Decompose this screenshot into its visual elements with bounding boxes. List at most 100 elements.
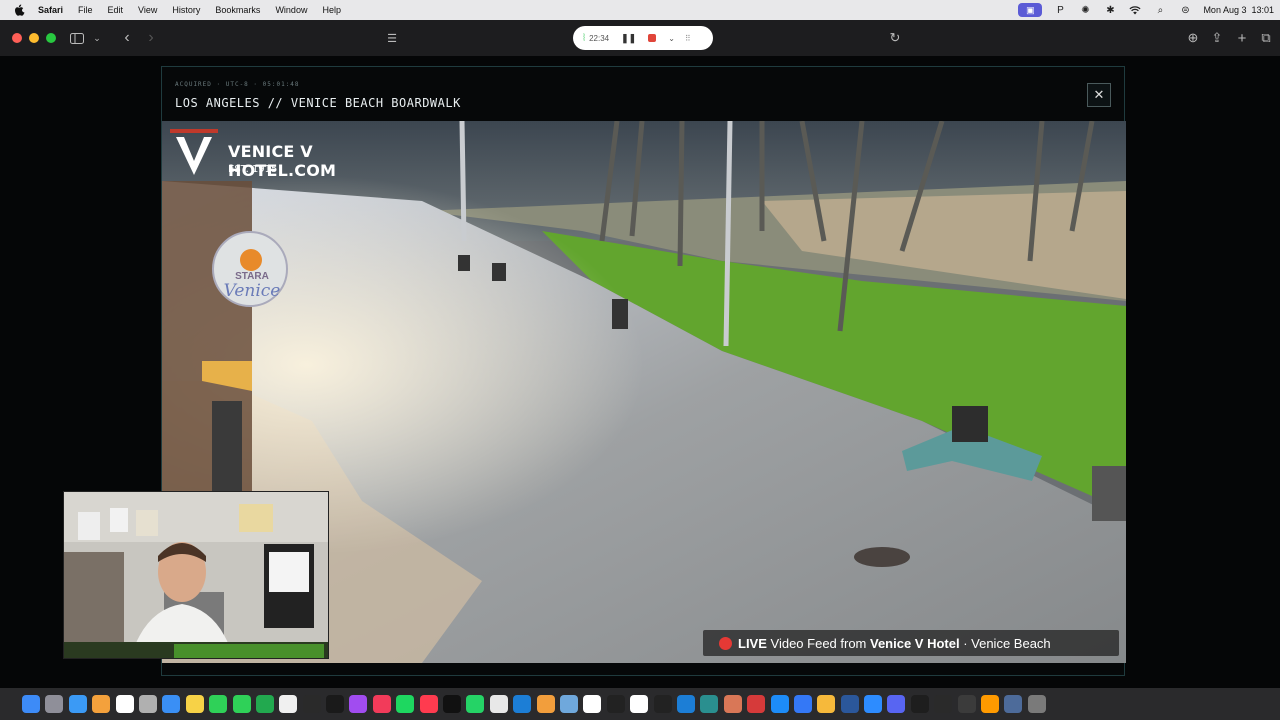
sketch-icon[interactable] — [817, 695, 836, 713]
apple-tv-icon[interactable] — [326, 695, 345, 713]
launchpad-icon[interactable] — [45, 695, 64, 713]
parking-icon[interactable]: P — [1053, 4, 1067, 16]
news-icon[interactable] — [419, 695, 438, 713]
bluetooth-icon[interactable]: ✱ — [1103, 4, 1117, 16]
word-icon[interactable] — [840, 695, 859, 713]
presenter-video — [64, 492, 328, 658]
wifi-icon[interactable] — [1128, 4, 1142, 16]
minimize-window-button[interactable] — [29, 33, 39, 43]
share-icon[interactable]: ⇪ — [1208, 29, 1226, 47]
xcode-icon[interactable] — [676, 695, 695, 713]
control-center-icon[interactable]: ⊜ — [1178, 4, 1192, 16]
screen-recording-pill[interactable]: ⦚ 22:34 ❚❚ ⌄ ⠿ — [573, 26, 713, 50]
illustrator-icon[interactable] — [981, 695, 1000, 713]
trash-icon[interactable] — [1027, 695, 1046, 713]
notes-icon[interactable] — [185, 695, 204, 713]
live-text-prefix: Video Feed from — [766, 635, 870, 651]
reload-icon[interactable]: ↻ — [886, 29, 904, 47]
zoom-icon[interactable] — [864, 695, 883, 713]
recording-timer: 22:34 — [589, 33, 610, 43]
messages-icon[interactable] — [209, 695, 228, 713]
reminders-icon[interactable] — [279, 695, 298, 713]
perplexity-icon[interactable] — [700, 695, 719, 713]
acquired-timestamp: ACQUIRED · UTC-8 · 05:01:48 — [175, 81, 300, 88]
tiktok-icon[interactable] — [443, 695, 462, 713]
downloads-icon[interactable] — [1004, 695, 1023, 713]
stop-recording-icon[interactable] — [648, 34, 657, 42]
vscode-icon[interactable] — [513, 695, 532, 713]
mail-icon[interactable] — [162, 695, 181, 713]
pages-icon[interactable] — [536, 695, 555, 713]
photos-icon[interactable] — [92, 695, 111, 713]
drag-handle-icon[interactable]: ⠿ — [685, 34, 691, 43]
close-modal-button[interactable]: ✕ — [1087, 83, 1111, 107]
menu-file[interactable]: File — [78, 5, 93, 15]
menu-view[interactable]: View — [138, 5, 157, 15]
web-page: ACQUIRED · UTC-8 · 05:01:48 LOS ANGELES … — [0, 56, 1280, 688]
menu-bookmarks[interactable]: Bookmarks — [215, 5, 260, 15]
preview-icon[interactable] — [559, 695, 578, 713]
app-store-icon[interactable] — [770, 695, 789, 713]
whatsapp-icon[interactable] — [466, 695, 485, 713]
pause-recording-icon[interactable]: ❚❚ — [621, 33, 636, 44]
window-controls — [12, 33, 56, 43]
menu-help[interactable]: Help — [322, 5, 341, 15]
dock — [0, 688, 1280, 720]
app-name-menu[interactable]: Safari — [38, 5, 63, 15]
finalcut-icon[interactable] — [653, 695, 672, 713]
affinity-icon[interactable] — [747, 695, 766, 713]
hotel-logo-est: EST. 1915 — [228, 164, 278, 175]
chevron-down-icon[interactable]: ⌄ — [88, 29, 106, 47]
menu-window[interactable]: Window — [275, 5, 307, 15]
podcasts-icon[interactable] — [349, 695, 368, 713]
calendar-icon[interactable] — [115, 695, 134, 713]
music-icon[interactable] — [372, 695, 391, 713]
safari-toolbar: ⌄ ‹ › ☰ ⦚ 22:34 ❚❚ ⌄ ⠿ ↻ ⊕ ⇪ + ⧉ — [0, 20, 1280, 56]
live-label: LIVE — [738, 635, 767, 651]
facetime-icon[interactable] — [232, 695, 251, 713]
live-caption-bar: LIVE Video Feed from Venice V Hotel · Ve… — [703, 630, 1119, 656]
zoom-window-button[interactable] — [46, 33, 56, 43]
screen-share-icon[interactable]: ▣ — [1018, 3, 1043, 17]
venice-v-logo-icon — [170, 129, 218, 175]
back-icon[interactable]: ‹ — [118, 29, 136, 47]
keynote-icon[interactable] — [793, 695, 812, 713]
safari-icon[interactable] — [68, 695, 87, 713]
search-icon[interactable]: ⌕ — [1153, 4, 1167, 16]
chrome-icon[interactable] — [489, 695, 508, 713]
sidebar-icon[interactable] — [68, 29, 86, 47]
discord-icon[interactable] — [887, 695, 906, 713]
live-text-suffix: · Venice Beach — [959, 635, 1051, 651]
finder-icon[interactable] — [22, 695, 40, 713]
stara-venice-sign: STARA Venice — [212, 231, 288, 307]
openai-icon[interactable]: ✺ — [1078, 4, 1092, 16]
figma-icon[interactable] — [910, 695, 929, 713]
live-indicator-icon — [719, 636, 732, 650]
notion-icon[interactable] — [630, 695, 649, 713]
close-window-button[interactable] — [12, 33, 22, 43]
spotify-icon[interactable] — [396, 695, 415, 713]
claude-icon[interactable] — [723, 695, 742, 713]
numbers-icon[interactable] — [255, 695, 274, 713]
hotel-logo: VENICE V HOTEL.COM EST. 1915 — [170, 127, 386, 180]
terminal-icon[interactable] — [934, 695, 953, 713]
page-settings-icon[interactable]: ☰ — [383, 29, 401, 47]
downloads-icon[interactable]: ⊕ — [1184, 29, 1202, 47]
tab-overview-icon[interactable]: ⧉ — [1257, 29, 1275, 47]
menu-edit[interactable]: Edit — [108, 5, 124, 15]
menubar: Safari File Edit View History Bookmarks … — [0, 0, 1280, 20]
new-tab-icon[interactable]: + — [1233, 29, 1251, 47]
clock[interactable]: Mon Aug 3 13:01 — [1203, 5, 1274, 15]
recording-options-icon[interactable]: ⌄ — [668, 34, 675, 43]
camera-title: LOS ANGELES // VENICE BEACH BOARDWALK — [175, 96, 461, 110]
webcam-overlay[interactable] — [63, 491, 329, 659]
sign-bottom-text: Venice — [223, 281, 281, 301]
apple-icon[interactable] — [12, 3, 26, 17]
cursor-icon[interactable] — [606, 695, 625, 713]
forward-icon[interactable]: › — [142, 29, 160, 47]
stocks-icon[interactable] — [302, 695, 321, 713]
contacts-icon[interactable] — [138, 695, 157, 713]
menu-history[interactable]: History — [172, 5, 200, 15]
obs-icon[interactable] — [957, 695, 976, 713]
chatgpt-icon[interactable] — [583, 695, 602, 713]
